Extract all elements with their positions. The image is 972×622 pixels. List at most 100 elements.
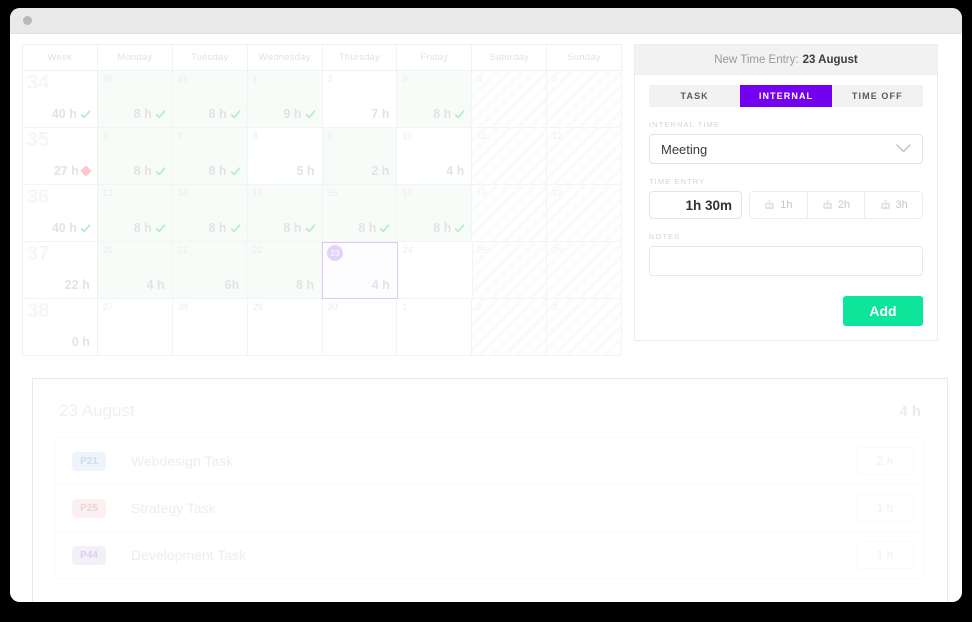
calendar-day-number: 2 bbox=[477, 302, 483, 312]
calendar-day-cell[interactable]: 5 bbox=[547, 71, 622, 128]
time-entry-row[interactable]: P44 Development Task 1 h bbox=[56, 532, 924, 579]
check-icon bbox=[230, 223, 241, 233]
time-entry-name: Webdesign Task bbox=[131, 453, 234, 469]
quick-duration-group: 1h 2h 3h bbox=[749, 191, 923, 219]
calendar-day-cell[interactable]: 20 4 h bbox=[97, 242, 173, 299]
title-bar bbox=[10, 8, 962, 34]
internal-time-value: Meeting bbox=[661, 141, 708, 157]
chevron-down-icon bbox=[896, 143, 911, 155]
calendar-column-header-saturday: Saturday bbox=[472, 45, 548, 71]
time-entry-duration[interactable]: 1 h bbox=[856, 494, 914, 522]
calendar-day-cell[interactable]: 29 bbox=[247, 299, 323, 356]
calendar-day-cell[interactable]: 27 bbox=[97, 299, 173, 356]
calendar-day-cell[interactable]: 12 bbox=[547, 128, 622, 185]
calendar-day-cell[interactable]: 3 bbox=[547, 299, 622, 356]
calendar-day-cell[interactable]: 1 9 h bbox=[247, 71, 323, 128]
quick-duration-2h[interactable]: 2h bbox=[807, 192, 866, 218]
week-total-hours: 0 h bbox=[71, 335, 90, 349]
notes-input[interactable] bbox=[649, 246, 923, 276]
quick-duration-3h[interactable]: 3h bbox=[865, 192, 922, 218]
calendar-day-cell[interactable]: 6 8 h bbox=[97, 128, 173, 185]
check-icon bbox=[230, 109, 241, 119]
calendar-column-header-monday: Monday bbox=[97, 45, 173, 71]
calendar-day-cell[interactable]: 25 bbox=[472, 242, 548, 299]
calendar-day-cell[interactable]: 28 bbox=[172, 299, 248, 356]
calendar-day-cell[interactable]: 1 bbox=[397, 299, 473, 356]
calendar-day-number: 19 bbox=[552, 188, 563, 198]
calendar-day-cell[interactable]: 8 5 h bbox=[247, 128, 323, 185]
calendar-day-cell[interactable]: 30 bbox=[322, 299, 398, 356]
calendar-day-cell[interactable]: 14 8 h bbox=[172, 185, 248, 242]
calendar-day-number: 7 bbox=[177, 131, 183, 141]
calendar-day-number: 14 bbox=[177, 188, 188, 198]
calendar-day-cell[interactable]: 4 bbox=[472, 71, 548, 128]
calendar-day-number: 13 bbox=[102, 188, 113, 198]
calendar-day-cell[interactable]: 19 bbox=[547, 185, 622, 242]
calendar-day-cell[interactable]: 24 bbox=[397, 242, 473, 299]
calendar-day-number: 21 bbox=[177, 245, 188, 255]
calendar-day-hours: 2 h bbox=[371, 164, 390, 178]
day-summary-panel: 23 August 4 h P21 Webdesign Task 2 h P25 Str… bbox=[32, 378, 948, 602]
calendar-day-cell[interactable]: 22 8 h bbox=[247, 242, 322, 299]
add-row: Add bbox=[649, 296, 923, 326]
calendar-day-number: 31 bbox=[177, 74, 188, 84]
calendar-day-hours: 5 h bbox=[296, 164, 315, 178]
calendar-day-cell[interactable]: 3 8 h bbox=[397, 71, 473, 128]
check-icon bbox=[305, 223, 315, 233]
calendar-day-number: 30 bbox=[327, 302, 338, 312]
tab-task[interactable]: TASK bbox=[649, 85, 741, 107]
calendar-day-cell[interactable]: 31 8 h bbox=[172, 71, 248, 128]
tab-internal[interactable]: INTERNAL bbox=[740, 85, 832, 107]
calendar-day-cell-selected[interactable]: 23 4 h bbox=[322, 242, 398, 299]
entry-type-tabs: TASK INTERNAL TIME OFF bbox=[649, 85, 923, 107]
internal-time-label: INTERNAL TIME bbox=[649, 120, 720, 129]
calendar-grid: Week Monday Tuesday Wednesday Thursday Friday… bbox=[22, 44, 622, 356]
calendar-day-cell[interactable]: 17 8 h bbox=[397, 185, 473, 242]
calendar-day-number: 23 bbox=[327, 245, 343, 261]
calendar-column-header-sunday: Sunday bbox=[547, 45, 622, 71]
calendar-day-cell[interactable]: 7 8 h bbox=[172, 128, 248, 185]
calendar-day-cell[interactable]: 16 8 h bbox=[322, 185, 398, 242]
calendar-week-cell: 35 27 h bbox=[23, 128, 98, 185]
calendar-header-row: Week Monday Tuesday Wednesday Thursday Friday… bbox=[23, 45, 622, 71]
calendar-day-cell[interactable]: 15 8 h bbox=[247, 185, 323, 242]
window-dot-icon[interactable] bbox=[23, 16, 32, 25]
calendar-day-cell[interactable]: 2 7 h bbox=[322, 71, 398, 128]
time-entry-duration[interactable]: 2 h bbox=[856, 447, 914, 475]
calendar-day-number: 22 bbox=[252, 245, 263, 255]
calendar-day-number: 3 bbox=[552, 302, 558, 312]
time-entry-input[interactable]: 1h 30m bbox=[649, 191, 742, 219]
window-body: Week Monday Tuesday Wednesday Thursday Friday… bbox=[10, 34, 962, 602]
tab-time-off[interactable]: TIME OFF bbox=[831, 85, 923, 107]
calendar-week-cell: 34 40 h bbox=[23, 71, 98, 128]
add-button[interactable]: Add bbox=[843, 296, 923, 326]
calendar-day-hours: 8 h bbox=[209, 164, 241, 178]
calendar-day-cell[interactable]: 10 4 h bbox=[397, 128, 473, 185]
time-entry-row[interactable]: P25 Strategy Task 1 h bbox=[56, 485, 924, 532]
time-entry-label: TIME ENTRY bbox=[649, 177, 706, 186]
internal-time-select[interactable]: Meeting bbox=[649, 134, 923, 164]
time-entry-list: P21 Webdesign Task 2 h P25 Strategy Task 1 hP… bbox=[55, 437, 925, 579]
calendar-column-header-tuesday: Tuesday bbox=[172, 45, 248, 71]
new-time-entry-panel: New Time Entry: 23 August TASK INTERNAL TI… bbox=[634, 44, 938, 341]
check-icon bbox=[230, 166, 241, 176]
check-icon bbox=[80, 223, 91, 233]
calendar-day-cell[interactable]: 2 bbox=[472, 299, 548, 356]
calendar-week-cell: 37 22 h bbox=[23, 242, 98, 299]
week-total-hours: 40 h bbox=[52, 107, 91, 121]
calendar-day-number: 30 bbox=[102, 74, 113, 84]
calendar-day-cell[interactable]: 26 bbox=[547, 242, 622, 299]
calendar-day-cell[interactable]: 9 2 h bbox=[322, 128, 398, 185]
calendar-day-number: 1 bbox=[402, 302, 408, 312]
quick-duration-1h[interactable]: 1h bbox=[750, 192, 808, 218]
day-summary-header: 23 August 4 h bbox=[55, 401, 925, 421]
calendar-day-cell[interactable]: 18 bbox=[472, 185, 548, 242]
calendar-day-cell[interactable]: 30 8 h bbox=[97, 71, 173, 128]
calendar-day-cell[interactable]: 13 8 h bbox=[97, 185, 173, 242]
calendar-day-hours: 8 h bbox=[283, 221, 315, 235]
time-entry-row[interactable]: P21 Webdesign Task 2 h bbox=[56, 438, 924, 485]
time-entry-duration[interactable]: 1 h bbox=[856, 541, 914, 569]
calendar-day-cell[interactable]: 21 6h bbox=[172, 242, 248, 299]
calendar-day-hours: 6h bbox=[224, 278, 240, 292]
calendar-day-cell[interactable]: 11 bbox=[472, 128, 548, 185]
